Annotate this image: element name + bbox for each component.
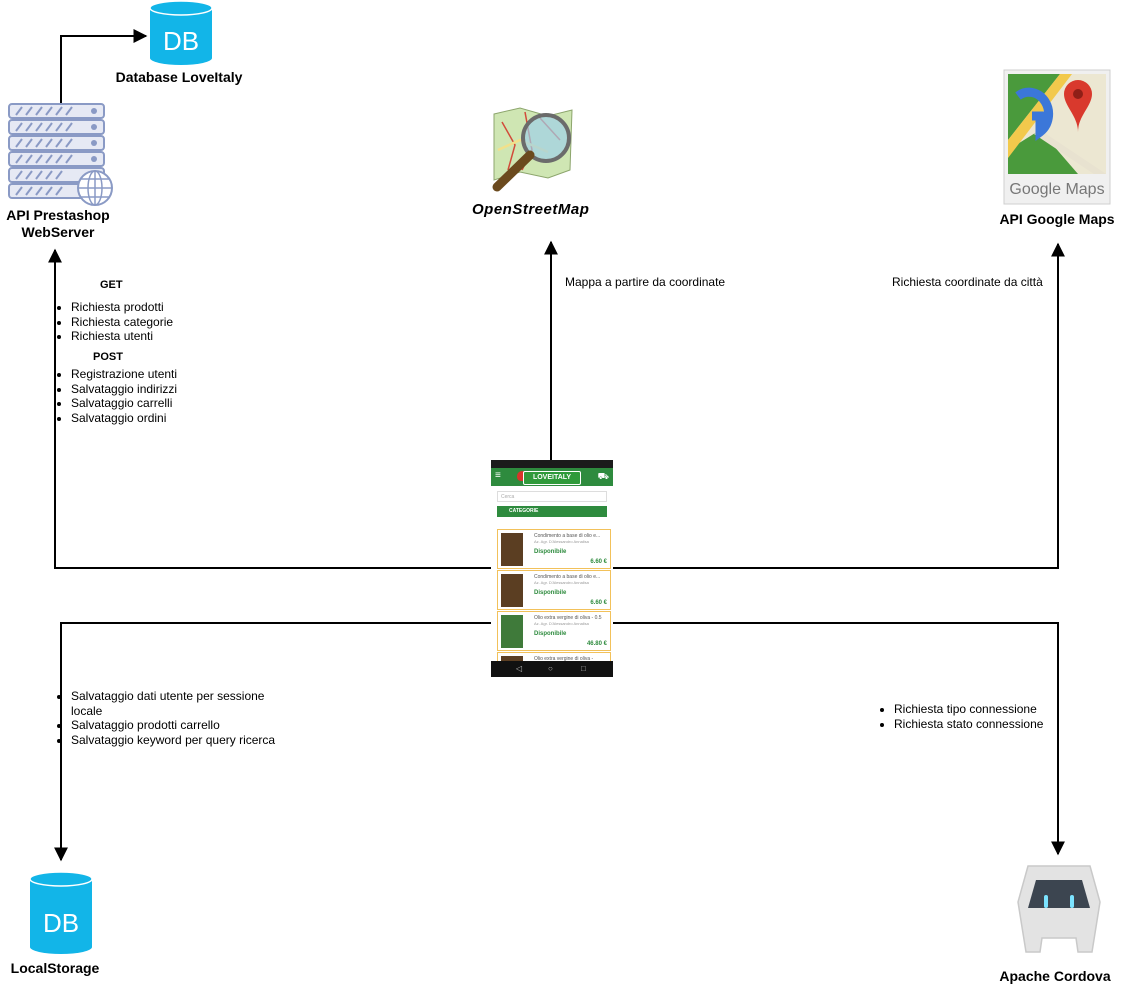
product-price: 6.60 € [590,600,607,606]
list-item: Salvataggio carrelli [71,396,177,411]
search-input[interactable]: Cerca [497,491,607,502]
cordova-operations-list: Richiesta tipo connessione Richiesta sta… [876,702,1043,731]
product-price: 6.60 € [590,559,607,565]
home-icon[interactable]: ○ [548,664,553,673]
openstreetmap-label: OpenStreetMap [472,201,590,218]
product-availability: Disponibile [534,590,567,596]
product-producer: Az. Agr. D'Alessandro Annalisa [534,621,589,626]
categories-button[interactable]: CATEGORIE [497,506,607,517]
svg-text:DB: DB [43,908,79,938]
basket-icon[interactable]: ⛟ [598,471,609,481]
product-image [501,574,523,607]
app-logo: LOVEITALY [523,471,581,485]
menu-icon[interactable]: ≡ [495,471,501,481]
post-request-list: Registrazione utenti Salvataggio indiriz… [53,367,177,425]
app-screenshot: ≡ LOVEITALY ⛟ Cerca CATEGORIE Condimento… [491,460,613,677]
database-loveitaly-label: Database LoveItaly [115,69,243,85]
product-price: 46.80 € [586,641,607,647]
product-producer: Az. Agr. D'Alessandro Annalisa [534,580,589,585]
list-item: Salvataggio keyword per query ricerca [71,733,286,748]
back-icon[interactable]: ◁ [516,664,522,673]
edge-phone-to-gmaps [613,242,1065,569]
product-availability: Disponibile [534,549,567,555]
osm-edge-label: Mappa a partire da coordinate [565,275,726,289]
list-item: Richiesta utenti [71,329,173,344]
product-availability: Disponibile [534,631,567,637]
product-card[interactable]: Olio extra vergine di oliva - 0.5 Az. Ag… [497,611,611,651]
product-producer: Az. Agr. D'Alessandro Annalisa [534,539,589,544]
list-item: Salvataggio ordini [71,411,177,426]
app-toolbar: ≡ LOVEITALY ⛟ [491,468,613,486]
recents-icon[interactable]: □ [581,664,586,673]
list-item: Richiesta categorie [71,315,173,330]
globe-icon [77,170,113,206]
localstorage-database-icon: DB [29,871,93,954]
list-item: Salvataggio prodotti carrello [71,718,286,733]
server-icon [8,103,113,206]
localstorage-label: LocalStorage [10,960,100,976]
api-prestashop-label: API Prestashop WebServer [6,207,110,240]
post-header: POST [93,351,123,363]
get-request-list: Richiesta prodotti Richiesta categorie R… [53,300,173,344]
api-google-maps-label: API Google Maps [999,211,1115,227]
list-item: Richiesta tipo connessione [894,702,1043,717]
svg-text:DB: DB [163,26,199,56]
openstreetmap-logo-icon [492,107,573,192]
product-card[interactable]: Condimento a base di olio e... Az. Agr. … [497,570,611,610]
google-maps-logo-icon: Google Maps [1003,69,1111,205]
android-nav-bar: ◁ ○ □ [491,661,613,677]
svg-text:Google Maps: Google Maps [1009,181,1104,198]
get-header: GET [100,279,123,291]
database-icon: DB [149,0,213,65]
gmaps-edge-label: Richiesta coordinate da città [892,275,1043,289]
edge-phone-to-cordova [613,622,1065,856]
list-item: Richiesta prodotti [71,300,173,315]
localstorage-operations-list: Salvataggio dati utente per sessione loc… [53,689,286,747]
list-item: Salvataggio indirizzi [71,382,177,397]
list-item: Richiesta stato connessione [894,717,1043,732]
list-item: Salvataggio dati utente per sessione loc… [71,689,286,718]
list-item: Registrazione utenti [71,367,177,382]
product-image [501,533,523,566]
product-card[interactable]: Condimento a base di olio e... Az. Agr. … [497,529,611,569]
cordova-logo-icon [1017,865,1101,953]
product-image [501,615,523,648]
status-bar [491,460,613,468]
apache-cordova-label: Apache Cordova [999,968,1111,984]
